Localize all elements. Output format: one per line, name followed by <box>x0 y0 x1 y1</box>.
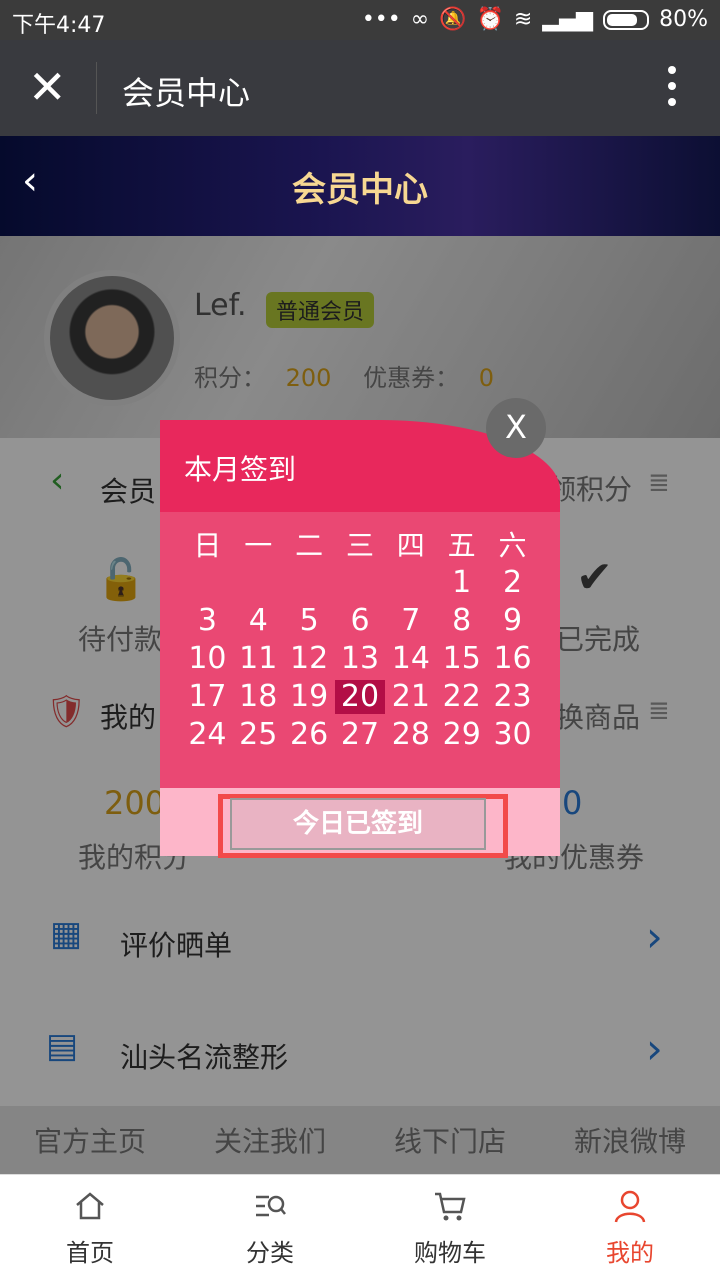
user-icon <box>614 1190 646 1223</box>
sync-icon: ∞ <box>410 7 430 32</box>
weekday: 三 <box>345 529 374 562</box>
calendar-day[interactable]: 25 <box>233 718 284 752</box>
weekday: 日 <box>193 529 222 562</box>
calendar-day-empty <box>233 566 284 600</box>
calendar-day[interactable]: 4 <box>233 604 284 638</box>
calendar-day[interactable]: 6 <box>335 604 386 638</box>
cart-icon <box>435 1192 466 1221</box>
calendar-day[interactable]: 27 <box>335 718 386 752</box>
tab-label: 购物车 <box>414 1239 486 1267</box>
weekday: 四 <box>396 529 425 562</box>
tab-home[interactable]: 首页 <box>0 1175 180 1281</box>
calendar-day-empty <box>335 566 386 600</box>
home-icon <box>76 1192 104 1220</box>
calendar-day[interactable]: 29 <box>436 718 487 752</box>
calendar-day[interactable]: 18 <box>233 680 284 714</box>
weekday: 一 <box>244 529 273 562</box>
battery-icon <box>603 9 650 30</box>
weekday: 五 <box>447 529 476 562</box>
app-title: 会员中心 <box>122 74 251 112</box>
status-time: 下午4:47 <box>12 13 106 38</box>
close-icon[interactable]: ✕ <box>28 62 68 112</box>
calendar-day[interactable]: 24 <box>182 718 233 752</box>
calendar-day[interactable]: 11 <box>233 642 284 676</box>
alarm-icon: ⏰ <box>476 7 504 32</box>
tab-cart[interactable]: 购物车 <box>360 1175 540 1281</box>
calendar-day[interactable]: 26 <box>284 718 335 752</box>
calendar-day[interactable]: 5 <box>284 604 335 638</box>
calendar-day[interactable]: 28 <box>385 718 436 752</box>
category-icon <box>256 1195 286 1217</box>
dots-icon: ••• <box>361 7 401 32</box>
calendar-day[interactable]: 10 <box>182 642 233 676</box>
status-bar: 下午4:47 ••• ∞ 🔕 ⏰ ≋ ▂▄▆ 80% <box>0 0 720 40</box>
signin-calendar: 日 一 二 三 四 五 六 1 2 3 4 5 6 7 8 9 10 11 12 13 14 15 16 17 1… <box>160 512 560 788</box>
weekday: 二 <box>295 529 324 562</box>
calendar-day[interactable]: 17 <box>182 680 233 714</box>
signed-today-button[interactable]: 今日已签到 <box>230 798 486 850</box>
calendar-day[interactable]: 13 <box>335 642 386 676</box>
tab-label: 首页 <box>66 1239 114 1267</box>
more-icon[interactable] <box>660 66 684 110</box>
calendar-day[interactable]: 8 <box>436 604 487 638</box>
calendar-day[interactable]: 15 <box>436 642 487 676</box>
dialog-close-button[interactable]: X <box>486 398 546 458</box>
calendar-day[interactable]: 19 <box>284 680 335 714</box>
dialog-title: 本月签到 <box>184 453 297 486</box>
calendar-day-empty <box>182 566 233 600</box>
calendar-day[interactable]: 22 <box>436 680 487 714</box>
mute-icon: 🔕 <box>439 7 467 32</box>
calendar-day[interactable]: 23 <box>487 680 538 714</box>
wifi-icon: ≋ <box>513 7 533 32</box>
page-title: 会员中心 <box>292 170 428 210</box>
calendar-day[interactable]: 2 <box>487 566 538 600</box>
calendar-day[interactable]: 3 <box>182 604 233 638</box>
divider <box>96 62 97 114</box>
tab-mine[interactable]: 我的 <box>540 1175 720 1281</box>
signin-dialog: 本月签到 日 一 二 三 四 五 六 1 2 3 4 5 6 7 8 9 10 11 12 13 14 15… <box>160 420 560 858</box>
day-grid: 1 2 3 4 5 6 7 8 9 10 11 12 13 14 15 16 17 18 19 20 21 22 23 24 2… <box>182 566 538 752</box>
calendar-day[interactable]: 1 <box>436 566 487 600</box>
calendar-day[interactable]: 14 <box>385 642 436 676</box>
signal-icon: ▂▄▆ <box>542 7 594 32</box>
page-header: ‹ 会员中心 <box>0 136 720 236</box>
calendar-day[interactable]: 9 <box>487 604 538 638</box>
weekday-header: 日 一 二 三 四 五 六 <box>160 524 560 564</box>
tab-label: 分类 <box>246 1239 294 1267</box>
calendar-day-today[interactable]: 20 <box>334 680 386 714</box>
calendar-day[interactable]: 30 <box>487 718 538 752</box>
status-icons: ••• ∞ 🔕 ⏰ ≋ ▂▄▆ 80% <box>362 7 708 32</box>
app-bar: ✕ 会员中心 <box>0 40 720 136</box>
calendar-day[interactable]: 7 <box>385 604 436 638</box>
calendar-day[interactable]: 16 <box>487 642 538 676</box>
bottom-tab-bar: 首页 分类 购物车 我的 <box>0 1174 720 1281</box>
calendar-day[interactable]: 12 <box>284 642 335 676</box>
calendar-day-empty <box>385 566 436 600</box>
calendar-day[interactable]: 21 <box>385 680 436 714</box>
weekday: 六 <box>498 529 527 562</box>
battery-percent: 80% <box>659 7 708 32</box>
tab-label: 我的 <box>606 1239 654 1267</box>
tab-category[interactable]: 分类 <box>180 1175 360 1281</box>
calendar-day-empty <box>284 566 335 600</box>
dialog-footer: 今日已签到 <box>160 788 560 858</box>
